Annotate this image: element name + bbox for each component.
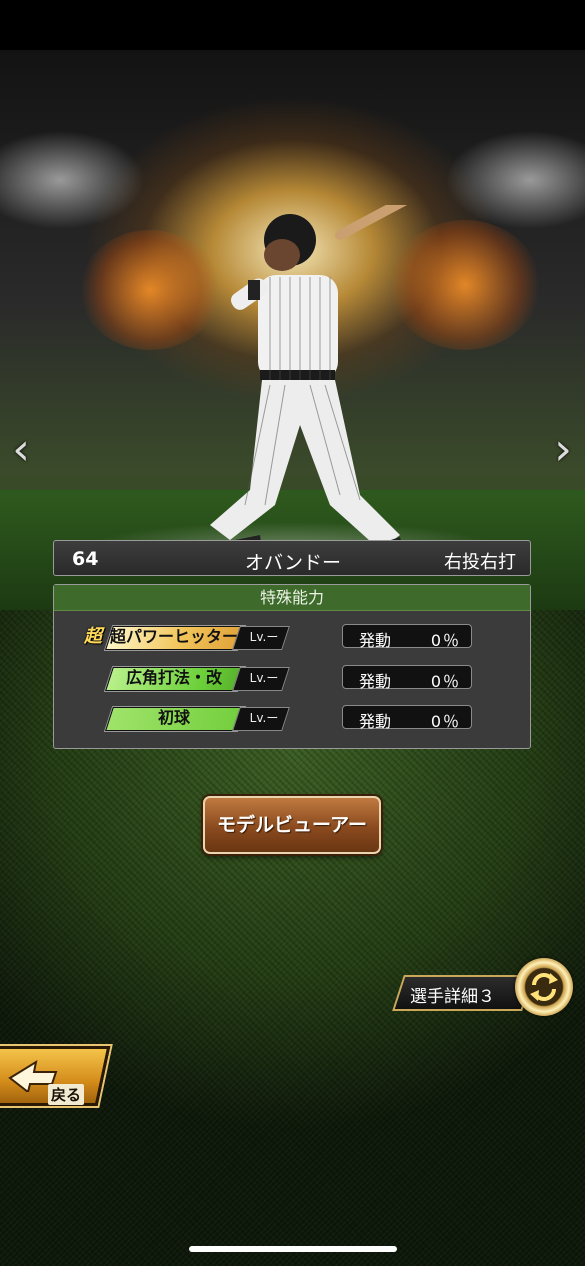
ability-level: Lv.ー [249,711,279,725]
next-player-arrow-icon[interactable]: › [548,425,578,475]
activation-label: 発動 [359,631,392,650]
activation-rate-box: 発動 0％ [342,665,472,691]
ability-name: 初球 [157,708,190,727]
status-bar [0,0,585,50]
activation-label: 発動 [359,712,392,731]
player-detail-label: 選手詳細３ [410,987,495,1007]
ability-name: 広角打法・改 [125,668,222,687]
ability-name: 超パワーヒッター [109,627,238,646]
activation-rate: 0％ [430,631,461,650]
ability-level: Lv.ー [249,630,279,644]
player-image [210,205,410,557]
back-label: 戻る [48,1084,85,1105]
ability-panel-header: 特殊能力 [54,585,530,611]
super-ability-icon: 超 [84,626,102,647]
previous-player-arrow-icon[interactable]: ‹ [6,425,36,475]
player-name-bar: 64 オバンドー 右投右打 [53,540,531,576]
home-indicator[interactable] [189,1246,397,1252]
special-abilities-panel: 特殊能力 超パワーヒッター 超 Lv.ー 発動 0％ 広角打法・改 Lv.ー 発… [53,584,531,749]
model-viewer-button[interactable]: モデルビューアー [203,796,381,854]
swap-arrows-icon[interactable] [515,958,573,1016]
ability-level: Lv.ー [249,671,279,685]
ability-row[interactable]: 広角打法・改 Lv.ー 発動 0％ [54,665,532,693]
activation-rate-box: 発動 0％ [342,624,472,650]
ability-row[interactable]: 超パワーヒッター 超 Lv.ー 発動 0％ [54,624,532,652]
activation-rate: 0％ [430,672,461,691]
throw-bat-hand: 右投右打 [444,552,516,573]
top-black-band [34,28,582,48]
ability-row[interactable]: 初球 Lv.ー 発動 0％ [54,705,532,733]
activation-rate: 0％ [430,712,461,731]
activation-rate-box: 発動 0％ [342,705,472,731]
aura-burst-right [390,220,540,350]
activation-label: 発動 [359,672,392,691]
